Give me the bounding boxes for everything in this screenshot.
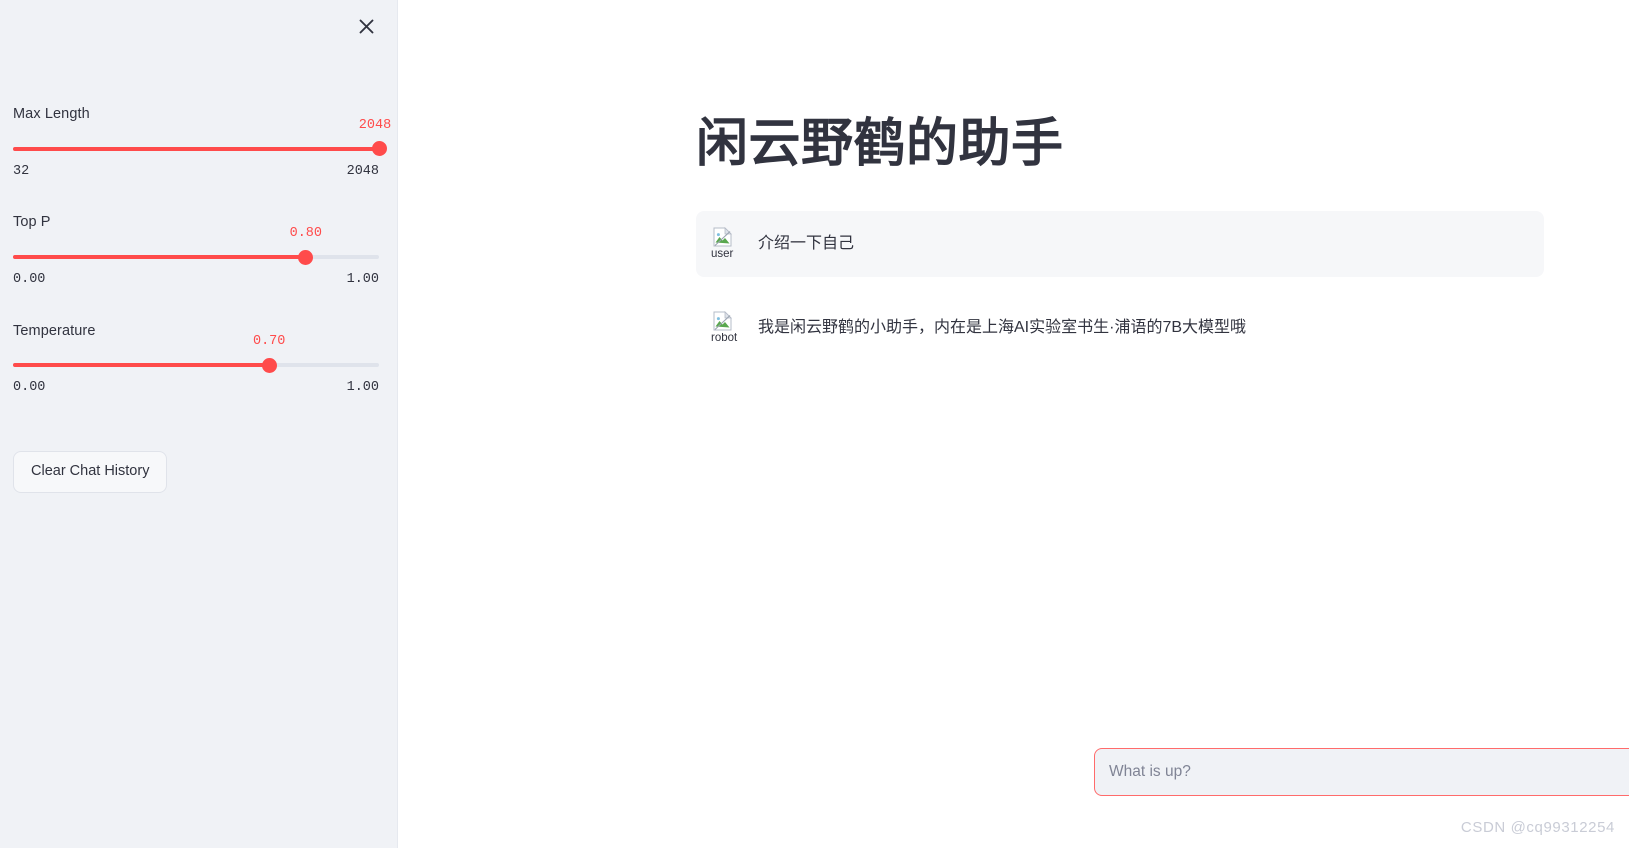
slider-thumb-temperature[interactable]	[261, 357, 277, 373]
avatar-assistant: robot	[710, 311, 744, 345]
sidebar-controls: Max Length 2048 32 2048 Top P 0.80 0.00 …	[13, 104, 391, 493]
slider-min-top-p: 0.00	[13, 272, 46, 287]
avatar-alt-text-assistant: robot	[711, 333, 738, 345]
slider-track-wrap-max-length[interactable]	[13, 140, 387, 158]
slider-value-top-p: 0.80	[289, 226, 322, 241]
watermark-text: CSDN @cq99312254	[1460, 819, 1615, 836]
slider-track-wrap-temperature[interactable]	[13, 356, 379, 374]
close-sidebar-button[interactable]	[351, 11, 381, 41]
slider-max-length[interactable]: 2048 32 2048	[13, 119, 391, 179]
chat-content-column: 闲云野鹤的助手 user 介绍一下自己 robot 我是闲云野鹤的小助手，内在是…	[696, 0, 1544, 361]
slider-thumb-top-p[interactable]	[298, 249, 314, 265]
avatar-user: user	[710, 227, 744, 261]
slider-fill-max-length	[13, 146, 379, 151]
slider-top-p[interactable]: 0.80 0.00 1.00	[13, 227, 379, 287]
chat-app-window: Max Length 2048 32 2048 Top P 0.80 0.00 …	[0, 0, 1629, 848]
slider-min-temperature: 0.00	[13, 380, 46, 396]
slider-label-top-p: Top P	[13, 214, 51, 231]
broken-image-icon	[713, 227, 732, 247]
slider-bounds-max-length: 32 2048	[13, 165, 379, 179]
slider-track-wrap-top-p[interactable]	[13, 248, 379, 266]
slider-fill-temperature	[13, 363, 270, 368]
slider-temperature[interactable]: 0.70 0.00 1.00	[13, 335, 379, 395]
chat-message-user: user 介绍一下自己	[696, 211, 1544, 278]
close-icon	[357, 17, 376, 36]
settings-sidebar: Max Length 2048 32 2048 Top P 0.80 0.00 …	[0, 0, 398, 848]
chat-message-assistant: robot 我是闲云野鹤的小助手，内在是上海AI实验室书生·浦语的7B大模型哦	[696, 295, 1544, 361]
slider-value-max-length: 2048	[358, 117, 392, 133]
chat-message-text-assistant: 我是闲云野鹤的小助手，内在是上海AI实验室书生·浦语的7B大模型哦	[758, 319, 1247, 337]
slider-group-temperature: Temperature 0.70 0.00 1.00	[13, 321, 379, 395]
chat-message-text-user: 介绍一下自己	[758, 235, 855, 253]
slider-fill-top-p	[13, 255, 306, 259]
chat-main-area: 闲云野鹤的助手 user 介绍一下自己 robot 我是闲云野鹤的小助手，内在是…	[398, 0, 1629, 848]
slider-min-max-length: 32	[13, 163, 30, 179]
slider-track-top-p[interactable]	[13, 249, 379, 265]
chat-input[interactable]	[1095, 749, 1629, 795]
slider-max-max-length: 2048	[346, 163, 379, 179]
slider-thumb-max-length[interactable]	[371, 141, 387, 157]
slider-max-temperature: 1.00	[346, 380, 379, 396]
clear-chat-history-button[interactable]: Clear Chat History	[13, 450, 168, 493]
slider-label-max-length: Max Length	[13, 106, 90, 122]
slider-max-top-p: 1.00	[346, 272, 379, 287]
slider-bounds-top-p: 0.00 1.00	[13, 273, 379, 287]
avatar-alt-text-user: user	[711, 249, 734, 261]
chat-input-bar[interactable]	[1094, 748, 1629, 796]
page-title: 闲云野鹤的助手	[696, 115, 1064, 173]
slider-group-max-length: Max Length 2048 32 2048	[13, 104, 391, 179]
slider-track-temperature[interactable]	[13, 357, 379, 373]
slider-value-temperature: 0.70	[252, 334, 286, 350]
slider-group-top-p: Top P 0.80 0.00 1.00	[13, 212, 379, 286]
broken-image-icon	[713, 311, 732, 331]
slider-bounds-temperature: 0.00 1.00	[13, 381, 379, 395]
slider-label-temperature: Temperature	[13, 322, 96, 339]
slider-track-max-length[interactable]	[13, 141, 387, 157]
